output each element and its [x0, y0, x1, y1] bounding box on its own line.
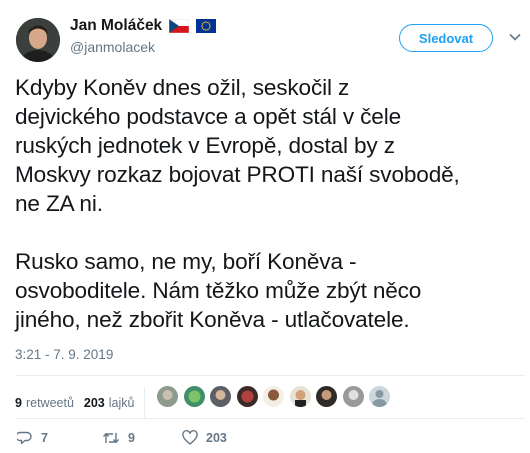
- tweet-paragraph: Kdyby Koněv dnes ožil, seskočil z dejvic…: [15, 73, 527, 218]
- chevron-down-icon[interactable]: [508, 30, 522, 44]
- tweet-line: dejvického podstavce a opět stál v čele: [15, 104, 402, 129]
- likes-count[interactable]: 203: [84, 396, 105, 410]
- likers-list: [157, 386, 396, 407]
- tweet-line: ruských jednotek v Evropě, dostal by z: [15, 133, 395, 158]
- follow-button[interactable]: Sledovat: [399, 24, 493, 52]
- liker-avatar[interactable]: [289, 386, 311, 407]
- liker-avatar[interactable]: [236, 386, 258, 407]
- author-name-text: Jan Moláček: [70, 17, 163, 34]
- likes-label[interactable]: lajků: [109, 396, 135, 410]
- retweets-count[interactable]: 9: [15, 396, 22, 410]
- tweet-line: Moskvy rozkaz bojovat PROTI naší svobodě…: [15, 162, 460, 187]
- divider: [15, 418, 525, 419]
- like-count: 203: [206, 431, 227, 445]
- czech-flag-icon: [169, 19, 190, 33]
- retweet-button[interactable]: 9: [102, 430, 182, 446]
- eu-flag-icon: [196, 19, 217, 33]
- tweet-paragraph: Rusko samo, ne my, boří Koněva - osvobod…: [15, 247, 527, 334]
- tweet-line: Kdyby Koněv dnes ožil, seskočil z: [15, 75, 350, 100]
- liker-avatar[interactable]: [316, 386, 337, 407]
- tweet-line: Rusko samo, ne my, boří Koněva -: [15, 249, 357, 274]
- liker-avatar[interactable]: [369, 386, 390, 407]
- liker-avatar[interactable]: [183, 386, 205, 407]
- liker-avatar[interactable]: [210, 386, 231, 407]
- like-button[interactable]: 203: [182, 430, 227, 446]
- stats-separator: [144, 388, 146, 418]
- author-handle[interactable]: @janmolacek: [70, 39, 155, 55]
- retweets-label[interactable]: retweetů: [26, 396, 74, 410]
- author-display-name[interactable]: Jan Moláček: [70, 17, 217, 35]
- liker-avatar[interactable]: [342, 386, 364, 407]
- tweet-stats: 9 retweetů 203 lajků: [15, 388, 146, 418]
- tweet-actions: 7 9 203: [17, 430, 227, 446]
- divider: [15, 375, 525, 376]
- liker-avatar[interactable]: [157, 386, 178, 407]
- retweet-icon: [102, 432, 120, 444]
- reply-button[interactable]: 7: [17, 430, 102, 446]
- author-avatar[interactable]: [16, 18, 60, 62]
- liker-avatar[interactable]: [263, 386, 284, 407]
- tweet-line: jiného, než zbořit Koněva - utlačovatele…: [15, 307, 410, 332]
- heart-icon: [182, 430, 198, 445]
- tweet-line: ne ZA ni.: [15, 191, 103, 216]
- tweet-text: Kdyby Koněv dnes ožil, seskočil z dejvic…: [15, 73, 527, 334]
- retweet-count: 9: [128, 431, 135, 445]
- reply-count: 7: [41, 431, 48, 445]
- tweet-line: osvoboditele. Nám těžko může zbýt něco: [15, 278, 422, 303]
- tweet-timestamp[interactable]: 3:21 - 7. 9. 2019: [15, 347, 113, 362]
- reply-icon: [17, 431, 32, 445]
